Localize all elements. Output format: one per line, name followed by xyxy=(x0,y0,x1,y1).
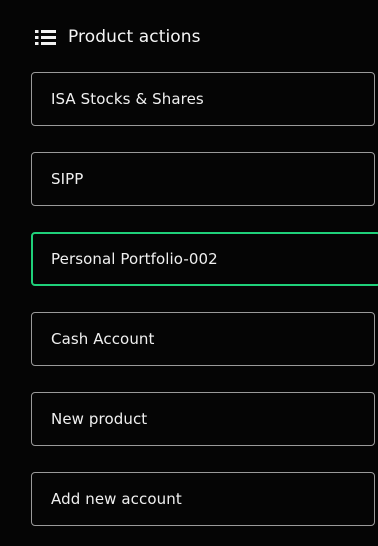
product-item-cash-account[interactable]: Cash Account xyxy=(31,312,375,366)
product-item-label: New product xyxy=(51,410,148,428)
panel-header: Product actions xyxy=(34,23,201,51)
product-item-personal-portfolio-002[interactable]: Personal Portfolio-002 xyxy=(31,232,378,286)
product-item-label: Personal Portfolio-002 xyxy=(51,250,218,268)
list-menu-icon xyxy=(34,27,58,47)
product-item-label: SIPP xyxy=(51,170,84,188)
product-actions-panel: Product actions ISA Stocks & Shares SIPP… xyxy=(0,0,378,546)
product-item-label: ISA Stocks & Shares xyxy=(51,90,204,108)
product-list: ISA Stocks & Shares SIPP Personal Portfo… xyxy=(31,72,378,546)
product-item-sipp[interactable]: SIPP xyxy=(31,152,375,206)
product-item-isa-stocks-shares[interactable]: ISA Stocks & Shares xyxy=(31,72,375,126)
add-new-account-button[interactable]: Add new account xyxy=(31,472,375,526)
panel-title: Product actions xyxy=(68,27,201,47)
product-item-label: Add new account xyxy=(51,490,182,508)
new-product-button[interactable]: New product xyxy=(31,392,375,446)
product-item-label: Cash Account xyxy=(51,330,155,348)
